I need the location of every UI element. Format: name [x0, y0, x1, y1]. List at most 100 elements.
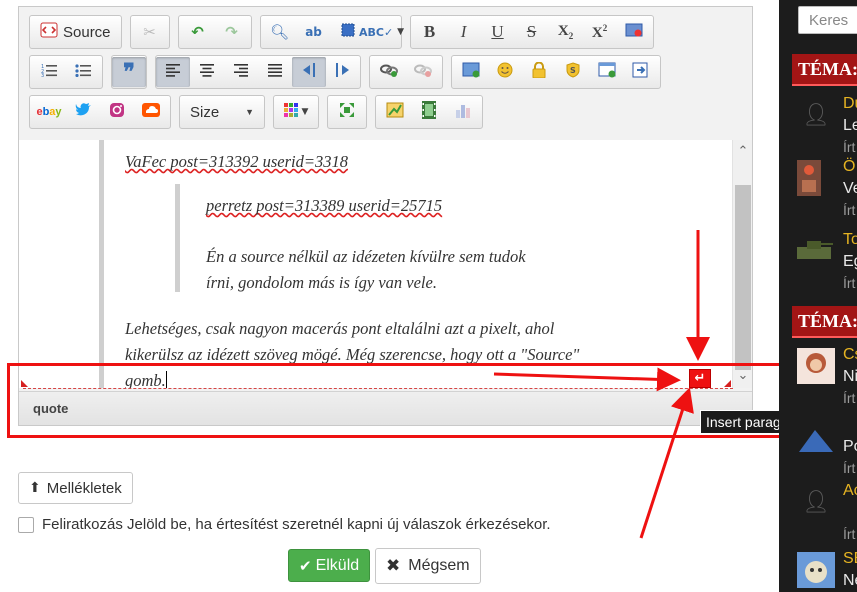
toolbar-group-view	[327, 95, 367, 129]
text-direction-ltr-button[interactable]	[292, 57, 326, 87]
soundcloud-button[interactable]	[134, 97, 168, 127]
page-break-button[interactable]	[624, 57, 658, 87]
toolbar-group-find: 🔍︎ ab ABC✓ ▼	[259, 15, 404, 49]
post-title[interactable]: Ne	[843, 572, 857, 590]
redo-icon: ↷	[225, 23, 238, 41]
twitter-button[interactable]	[66, 97, 100, 127]
video-button[interactable]	[412, 97, 446, 127]
superscript-icon: X2	[591, 22, 608, 41]
color-button[interactable]: ▼	[276, 97, 316, 127]
sidebar-post-item[interactable]: Po Írt	[797, 418, 857, 476]
underline-icon: U	[491, 22, 504, 41]
cancel-button[interactable]: ✖ Mégsem	[375, 548, 481, 584]
remove-format-button[interactable]	[617, 17, 651, 47]
numbered-list-button[interactable]: 123	[32, 57, 66, 87]
sidebar-search-input[interactable]: Keres	[798, 6, 857, 34]
align-left-icon	[166, 63, 180, 81]
svg-text:S: S	[570, 66, 576, 75]
subscribe-checkbox[interactable]	[18, 516, 34, 533]
shield-icon: S	[565, 62, 581, 82]
iframe-button[interactable]	[590, 57, 624, 87]
quote-border-inner	[175, 184, 180, 292]
ebay-button[interactable]: ebay	[32, 97, 66, 127]
avatar-placeholder-icon: 👤︎	[797, 484, 835, 520]
replace-button[interactable]: ab	[297, 17, 331, 47]
magnifier-icon: 🔍︎	[270, 23, 290, 41]
bold-button[interactable]: B	[413, 17, 447, 47]
avatar	[797, 233, 835, 269]
lock-button[interactable]	[522, 57, 556, 87]
subscribe-label[interactable]: Feliratkozás	[42, 516, 123, 533]
right-sidebar: Keres TÉMA: O 👤︎ Du Le Írt Ö Ve Írt To E…	[779, 0, 857, 592]
sidebar-post-item[interactable]: 👤︎ Du Le Írt	[797, 95, 857, 155]
chevron-down-icon: ▼	[397, 27, 405, 37]
link-button[interactable]	[372, 57, 406, 87]
post-user[interactable]: Cs	[843, 346, 857, 364]
post-user[interactable]: Ö	[843, 158, 855, 176]
align-center-button[interactable]	[190, 57, 224, 87]
sidebar-post-item[interactable]: 👤︎ Ac Írt	[797, 482, 857, 542]
sidebar-post-item[interactable]: To Eg Írt	[797, 231, 857, 291]
justify-button[interactable]	[258, 57, 292, 87]
post-title[interactable]: Ve	[843, 180, 857, 198]
subscript-button[interactable]: X2	[549, 17, 583, 47]
scissors-icon: ✂	[143, 23, 156, 41]
bar-chart-button[interactable]	[446, 97, 480, 127]
align-right-button[interactable]	[224, 57, 258, 87]
nested-quote-text-2: írni, gondolom más is így van vele.	[206, 273, 437, 292]
undo-icon: ↶	[191, 23, 204, 41]
nested-quote-author-line: perretz post=313389 userid=25715	[206, 196, 443, 215]
attachments-button[interactable]: ⬆ Mellékletek	[18, 472, 133, 504]
scroll-up-icon[interactable]: ⌃	[733, 144, 753, 159]
submit-button[interactable]: ✔ Elküld	[288, 549, 371, 582]
align-left-button[interactable]	[156, 57, 190, 87]
remove-format-icon	[625, 23, 643, 41]
spellcheck-button[interactable]: ABC✓ ▼	[359, 17, 404, 47]
image-button[interactable]	[454, 57, 488, 87]
sidebar-post-item[interactable]: Cs Ni Írt	[797, 346, 857, 406]
editor-scrollbar[interactable]: ⌃ ⌄	[732, 140, 752, 388]
post-user[interactable]: To	[843, 231, 857, 249]
post-title[interactable]: Le	[843, 117, 857, 135]
smiley-icon	[497, 62, 513, 82]
underline-button[interactable]: U	[481, 17, 515, 47]
toolbar-group-media	[375, 95, 483, 129]
sidebar-topic-header-1[interactable]: TÉMA: O	[792, 54, 857, 86]
color-palette-icon	[283, 103, 298, 121]
avatar	[797, 418, 835, 454]
text-direction-ltr-icon	[301, 63, 317, 81]
toolbar-group-color: ▼	[273, 95, 319, 129]
cut-button[interactable]: ✂	[133, 17, 167, 47]
text-direction-rtl-button[interactable]	[326, 57, 360, 87]
shield-button[interactable]: S	[556, 57, 590, 87]
instagram-button[interactable]	[100, 97, 134, 127]
maximize-button[interactable]	[330, 97, 364, 127]
scrollbar-thumb[interactable]	[735, 185, 751, 370]
italic-button[interactable]: I	[447, 17, 481, 47]
post-user[interactable]: Ac	[843, 482, 857, 500]
sidebar-post-item[interactable]: SE Ne	[797, 550, 857, 592]
font-size-dropdown[interactable]: Size ▼	[182, 97, 262, 127]
chart-button[interactable]	[378, 97, 412, 127]
post-title[interactable]: Eg	[843, 253, 857, 271]
editor-content[interactable]: VaFec post=313392 userid=3318 perretz po…	[19, 140, 732, 388]
sidebar-post-item[interactable]: Ö Ve Írt	[797, 158, 857, 218]
undo-button[interactable]: ↶	[181, 17, 215, 47]
smiley-button[interactable]	[488, 57, 522, 87]
sidebar-topic-header-2[interactable]: TÉMA: M	[792, 306, 857, 338]
strikethrough-button[interactable]: S	[515, 17, 549, 47]
blockquote-button[interactable]: ❞	[112, 57, 146, 87]
unlink-button[interactable]	[406, 57, 440, 87]
post-title[interactable]: Po	[843, 438, 857, 456]
superscript-button[interactable]: X2	[583, 17, 617, 47]
post-user[interactable]: Du	[843, 95, 857, 113]
post-user[interactable]: SE	[843, 550, 857, 568]
bulleted-list-button[interactable]	[66, 57, 100, 87]
toolbar-group-undo: ↶ ↷	[177, 15, 252, 49]
find-button[interactable]: 🔍︎	[263, 17, 297, 47]
avatar	[797, 552, 835, 588]
quote-author-line: VaFec post=313392 userid=3318	[125, 152, 348, 171]
source-button[interactable]: Source	[32, 17, 119, 47]
redo-button[interactable]: ↷	[215, 17, 249, 47]
post-title[interactable]: Ni	[843, 368, 857, 386]
